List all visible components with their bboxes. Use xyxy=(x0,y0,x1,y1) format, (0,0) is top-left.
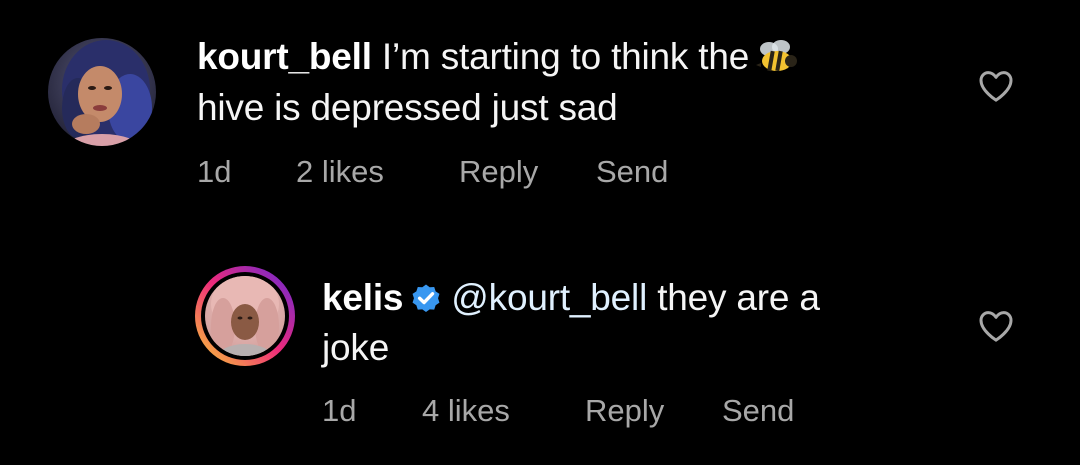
comment-kelis: kelis @kourt_bell they are a joke 1d 4 l… xyxy=(0,240,1080,465)
comment-text: kourt_bell I’m starting to think the hiv… xyxy=(197,34,917,130)
comments-page: kourt_bell I’m starting to think the hiv… xyxy=(0,0,1080,465)
likes-count[interactable]: 4 likes xyxy=(422,393,510,429)
avatar[interactable] xyxy=(48,38,156,146)
heart-icon xyxy=(979,71,1013,102)
avatar-image xyxy=(48,38,156,146)
username[interactable]: kourt_bell xyxy=(197,36,372,77)
heart-icon xyxy=(979,311,1013,342)
comment-body-line2: joke xyxy=(322,327,390,368)
bee-icon xyxy=(755,39,799,85)
comment-body: I’m starting to think the xyxy=(381,36,750,77)
likes-count[interactable]: 2 likes xyxy=(296,154,384,190)
comment-text: kelis @kourt_bell they are a joke xyxy=(322,275,942,370)
reply-button[interactable]: Reply xyxy=(459,154,538,190)
comment-kourt-bell: kourt_bell I’m starting to think the hiv… xyxy=(0,0,1080,220)
reply-button[interactable]: Reply xyxy=(585,393,664,429)
comment-body: they are a xyxy=(657,277,820,318)
timestamp: 1d xyxy=(197,154,232,189)
comment-meta: 1d 2 likes Reply Send xyxy=(197,154,797,194)
comment-body-line2: hive is depressed just sad xyxy=(197,87,618,128)
send-button[interactable]: Send xyxy=(596,154,668,190)
mention-link[interactable]: @kourt_bell xyxy=(451,277,647,318)
comment-meta: 1d 4 likes Reply Send xyxy=(322,393,922,433)
like-button[interactable] xyxy=(976,306,1016,346)
like-button[interactable] xyxy=(976,66,1016,106)
send-button[interactable]: Send xyxy=(722,393,794,429)
story-ring-avatar xyxy=(195,266,295,366)
timestamp: 1d xyxy=(322,393,357,428)
avatar[interactable] xyxy=(193,264,297,368)
verified-badge-icon xyxy=(409,280,443,325)
username[interactable]: kelis xyxy=(322,277,403,318)
